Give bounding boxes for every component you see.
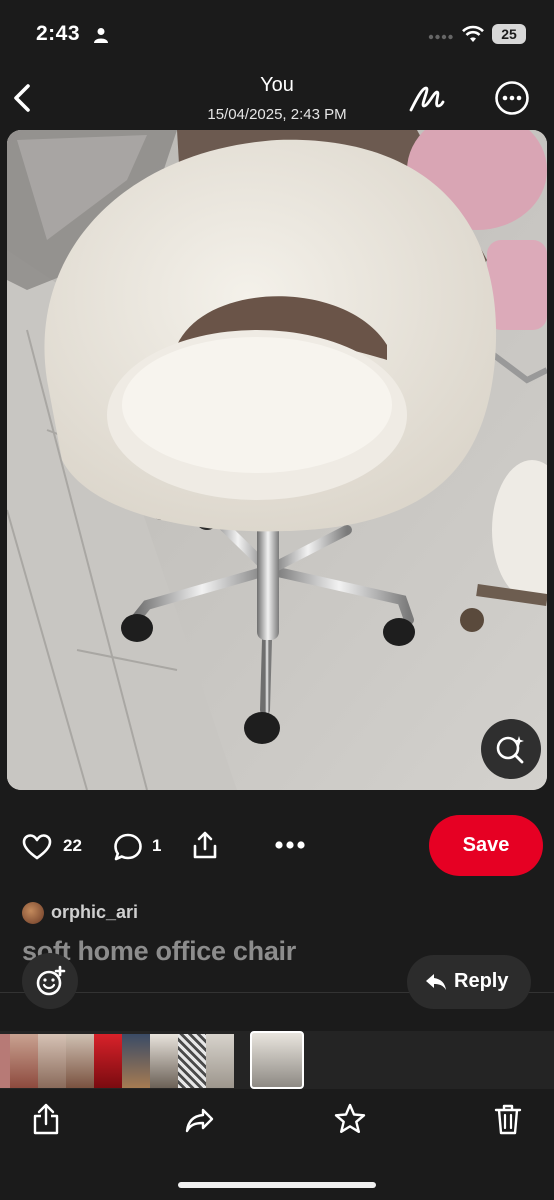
chair-photo-illustration	[7, 130, 547, 790]
author-avatar[interactable]	[22, 902, 44, 924]
emoji-reaction-button[interactable]	[22, 953, 78, 1009]
filmstrip-thumbnail[interactable]	[0, 1034, 10, 1088]
reply-arrow-icon	[426, 974, 446, 990]
reply-label: Reply	[454, 970, 509, 992]
like-count: 22	[63, 836, 82, 855]
markup-pen-icon[interactable]	[406, 80, 446, 116]
reply-button[interactable]: Reply	[407, 955, 531, 1009]
pin-photo[interactable]	[7, 130, 547, 790]
filmstrip-thumbnail[interactable]	[94, 1034, 122, 1088]
filmstrip-thumbnail[interactable]	[66, 1034, 94, 1088]
photo-filmstrip[interactable]	[0, 1031, 554, 1089]
filmstrip-thumbnail[interactable]	[206, 1034, 234, 1088]
forward-icon[interactable]	[184, 1102, 216, 1136]
comment-bubble-icon[interactable]	[113, 832, 143, 862]
save-button[interactable]: Save	[429, 815, 543, 876]
ellipsis-icon[interactable]	[273, 838, 307, 852]
status-time: 2:43	[36, 22, 81, 45]
comment-count: 1	[152, 836, 162, 855]
wifi-icon	[462, 25, 484, 42]
emoji-add-icon	[36, 965, 66, 996]
heart-icon[interactable]	[22, 833, 52, 861]
header-timestamp: 15/04/2025, 2:43 PM	[207, 106, 347, 123]
filmstrip-thumbnail[interactable]	[38, 1034, 66, 1088]
trash-icon[interactable]	[492, 1102, 524, 1136]
header-title: You	[260, 74, 294, 96]
person-icon	[94, 28, 108, 43]
share-icon[interactable]	[30, 1102, 62, 1136]
battery-indicator: 25	[492, 24, 526, 44]
visual-search-button[interactable]	[481, 719, 541, 779]
star-icon[interactable]	[334, 1102, 366, 1136]
filmstrip-thumbnail[interactable]	[178, 1034, 206, 1088]
signal-icon	[428, 34, 453, 40]
filmstrip-thumbnail[interactable]	[122, 1034, 150, 1088]
filmstrip-thumbnail[interactable]	[10, 1034, 38, 1088]
share-upload-icon[interactable]	[190, 829, 220, 861]
author-name[interactable]: orphic_ari	[51, 902, 138, 923]
filmstrip-thumbnail[interactable]	[150, 1034, 178, 1088]
visual-search-icon	[496, 736, 524, 764]
filmstrip-thumbnail-selected[interactable]	[250, 1031, 304, 1089]
home-indicator	[178, 1182, 376, 1188]
ellipsis-circle-icon[interactable]	[494, 80, 530, 116]
